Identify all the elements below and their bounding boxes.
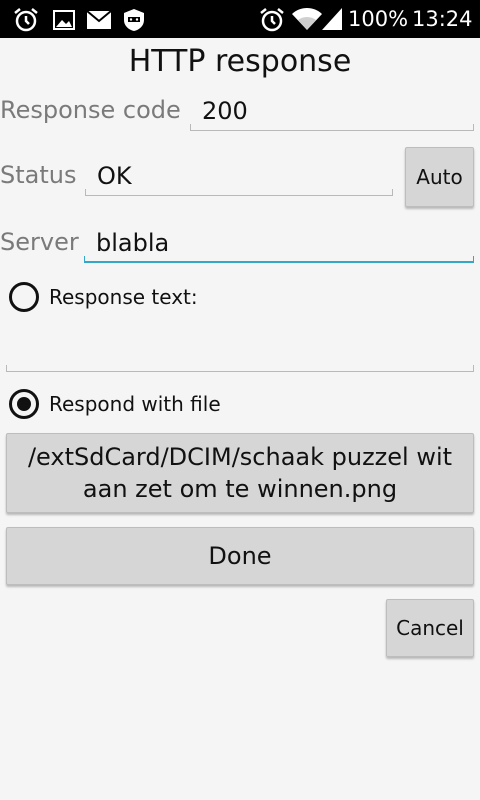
response-text-label: Response text: (49, 285, 198, 309)
page-title: HTTP response (128, 44, 352, 79)
clock: 13:24 (412, 7, 473, 31)
auto-button[interactable]: Auto (405, 147, 474, 207)
respond-with-file-option[interactable]: Respond with file (9, 389, 221, 419)
wifi-icon (292, 8, 322, 30)
respond-with-file-radio[interactable] (9, 389, 39, 419)
done-button[interactable]: Done (6, 527, 474, 585)
server-label: Server (0, 228, 79, 256)
battery-percent: 100% (348, 7, 409, 31)
mail-icon (86, 10, 112, 29)
file-path-button[interactable]: /extSdCard/DCIM/schaak puzzel wit aan ze… (6, 433, 474, 513)
response-text-option[interactable]: Response text: (9, 282, 198, 312)
response-text-radio[interactable] (9, 282, 39, 312)
shield-icon (124, 9, 144, 31)
response-text-field[interactable] (6, 338, 474, 372)
cancel-button[interactable]: Cancel (386, 599, 474, 657)
alarm-icon (14, 8, 38, 32)
status-label: Status (0, 161, 77, 189)
response-code-field[interactable]: 200 (190, 97, 474, 131)
status-bar: 100% 13:24 (0, 0, 480, 38)
response-code-label: Response code (0, 96, 181, 124)
image-icon (53, 10, 75, 30)
alarm-icon (260, 8, 284, 32)
server-field[interactable]: blabla (84, 229, 474, 263)
status-field[interactable]: OK (85, 162, 393, 196)
signal-icon (322, 8, 342, 30)
respond-with-file-label: Respond with file (49, 392, 221, 416)
